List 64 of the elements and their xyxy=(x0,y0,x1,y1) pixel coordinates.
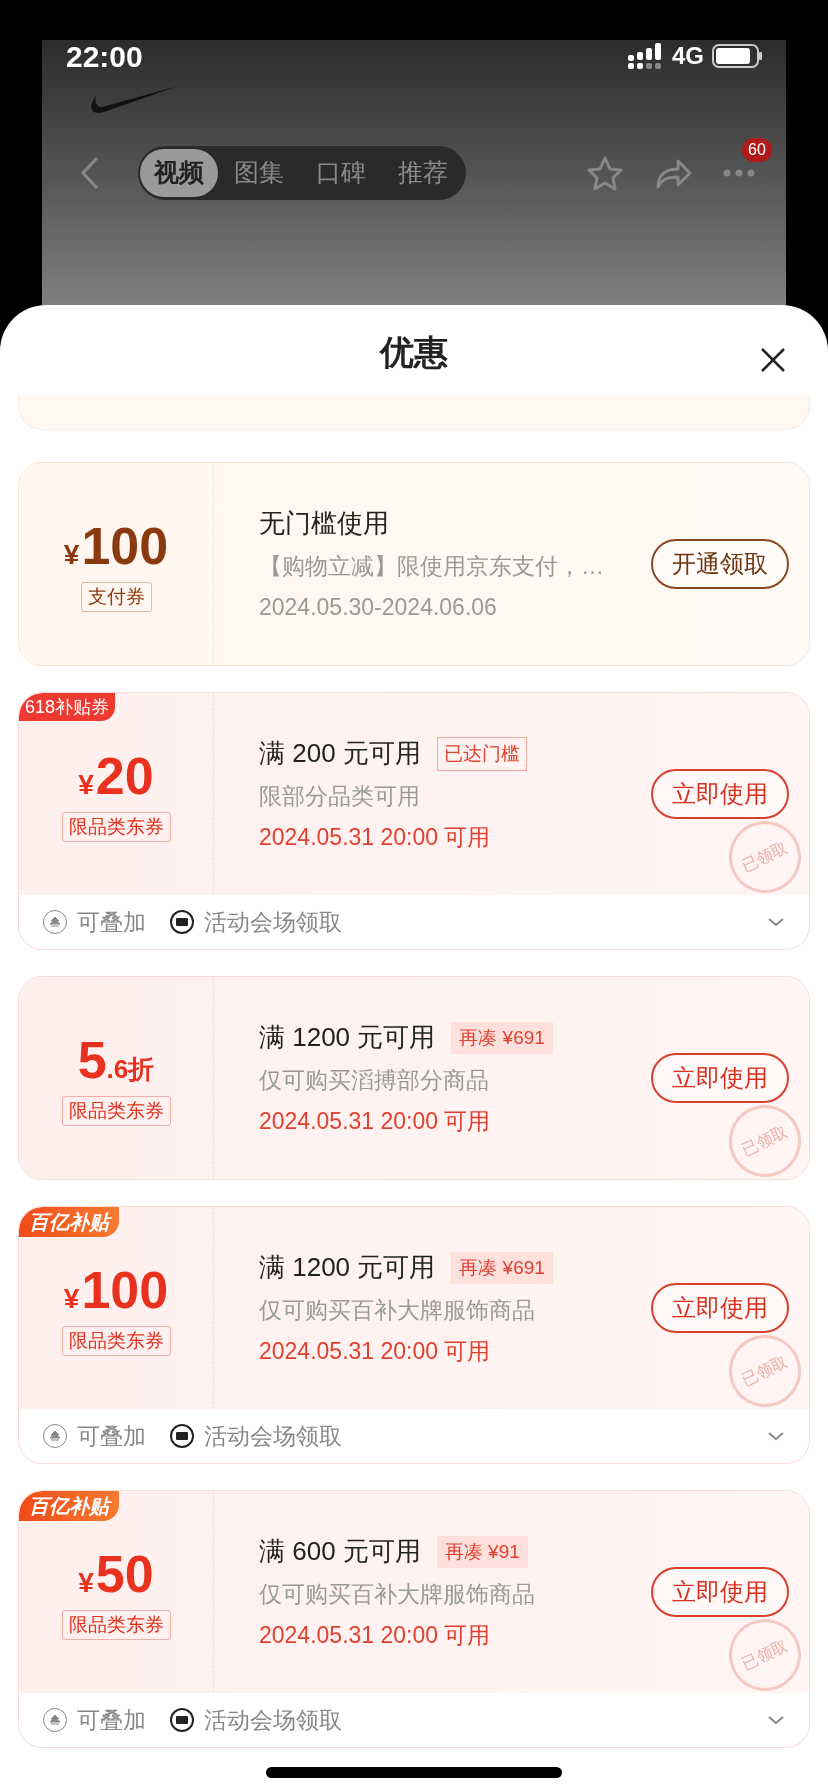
threshold-label: 再凑 ¥691 xyxy=(451,1251,553,1284)
coupon-title: 满 1200 元可用 xyxy=(259,1021,436,1054)
coupon-button[interactable]: 开通领取 xyxy=(651,539,789,589)
tab[interactable]: 推荐 xyxy=(382,149,464,197)
more-icon[interactable] xyxy=(722,168,756,178)
sheet-title: 优惠 xyxy=(380,332,448,373)
coupon-validity: 2024.05.31 20:00 可用 xyxy=(259,1106,492,1136)
tab[interactable]: 口碑 xyxy=(300,149,382,197)
coupon-tag: 618补贴券 xyxy=(19,693,116,721)
status-time: 22:00 xyxy=(66,38,143,75)
chevron-down-icon[interactable] xyxy=(767,917,785,927)
coupon-button[interactable]: 立即使用 xyxy=(651,769,789,819)
subsidy-tag: 百亿补贴 xyxy=(19,1491,119,1521)
coupon-type-label: 限品类东券 xyxy=(61,1326,171,1356)
threshold-label: 再凑 ¥91 xyxy=(436,1535,528,1568)
signal-icon xyxy=(628,43,664,69)
coupon-amount: 5.6折 xyxy=(77,1030,155,1090)
star-icon[interactable] xyxy=(586,155,624,191)
coupon-validity: 2024.05.31 20:00 可用 xyxy=(259,1620,492,1650)
coupon-description: 限部分品类可用 xyxy=(259,782,421,811)
coupon-description: 仅可购买百补大牌服饰商品 xyxy=(259,1296,536,1325)
network-label: 4G xyxy=(672,41,704,71)
coupon-description: 【购物立减】限使用京东支付，… xyxy=(259,552,604,581)
source-label: 活动会场领取 xyxy=(204,907,342,937)
subsidy-tag: 百亿补贴 xyxy=(19,1207,119,1237)
coupon-title: 满 600 元可用 xyxy=(259,1535,421,1568)
stack-label: 可叠加 xyxy=(77,907,146,937)
notification-badge: 60 xyxy=(742,138,772,162)
coupon-button[interactable]: 立即使用 xyxy=(651,1567,789,1617)
coupon-amount: ¥100 xyxy=(63,516,169,576)
tab[interactable]: 图集 xyxy=(218,149,300,197)
coupon-amount: ¥50 xyxy=(78,1544,154,1604)
coupon-type-label: 限品类东券 xyxy=(61,1610,171,1640)
coupon-type-label: 限品类东券 xyxy=(61,1096,171,1126)
source-label: 活动会场领取 xyxy=(204,1421,342,1451)
coupon-title: 无门槛使用 xyxy=(259,507,389,540)
share-icon[interactable] xyxy=(654,157,692,189)
coupon-validity: 2024.05.31 20:00 可用 xyxy=(259,1336,492,1366)
tab[interactable]: 视频 xyxy=(140,149,218,197)
source-label: 活动会场领取 xyxy=(204,1705,342,1735)
chevron-down-icon[interactable] xyxy=(767,1431,785,1441)
coupon-type-label: 限品类东券 xyxy=(61,812,171,842)
chevron-down-icon[interactable] xyxy=(767,1715,785,1725)
stack-label: 可叠加 xyxy=(77,1421,146,1451)
ticket-icon xyxy=(170,1708,194,1732)
close-icon[interactable] xyxy=(760,347,786,373)
threshold-label: 已达门槛 xyxy=(436,736,527,771)
stack-label: 可叠加 xyxy=(77,1705,146,1735)
coupon-description: 仅可购买百补大牌服饰商品 xyxy=(259,1580,535,1609)
back-icon[interactable] xyxy=(80,156,100,190)
coupon-amount: ¥20 xyxy=(78,746,154,806)
coupon-validity: 2024.05.30-2024.06.06 xyxy=(259,592,498,622)
coupon-button[interactable]: 立即使用 xyxy=(651,1283,789,1333)
coupon-title: 满 1200 元可用 xyxy=(259,1251,436,1284)
coupon-button[interactable]: 立即使用 xyxy=(651,1053,789,1103)
threshold-label: 再凑 ¥691 xyxy=(451,1021,553,1054)
coupon-amount: ¥100 xyxy=(63,1260,169,1320)
coupon-validity: 2024.05.31 20:00 可用 xyxy=(259,822,492,852)
coupon-description: 仅可购买滔搏部分商品 xyxy=(259,1066,490,1095)
coupon-type-label: 支付券 xyxy=(80,582,152,612)
ticket-icon xyxy=(170,1424,194,1448)
battery-icon xyxy=(712,43,762,69)
ticket-icon xyxy=(170,910,194,934)
coupon-title: 满 200 元可用 xyxy=(259,737,421,770)
